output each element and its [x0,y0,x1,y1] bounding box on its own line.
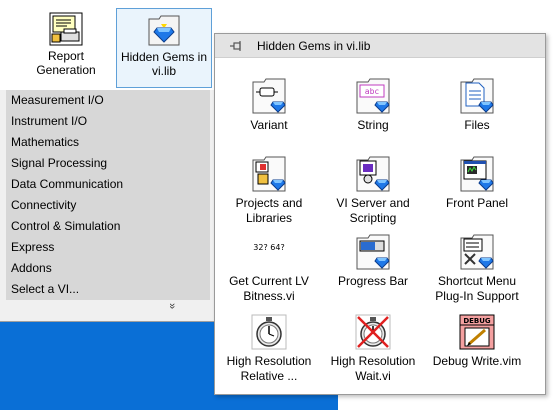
expand-chevron-icon[interactable]: » [162,296,178,316]
shortcut-menu-icon [460,234,494,270]
vi-server-scripting-label: VI Server and Scripting [336,196,410,225]
category-measurement-io[interactable]: Measurement I/O [6,90,210,111]
functions-palette: Report Generation Hidden Gems in vi.lib … [0,0,216,322]
get-current-lv-bitness-palette-item[interactable]: 32? 64? Get Current LV Bitness.vi [215,234,323,314]
projects-libraries-palette-item[interactable]: Projects and Libraries [215,156,323,236]
high-resolution-wait-palette-item[interactable]: High Resolution Wait.vi [319,314,427,394]
category-signal-processing[interactable]: Signal Processing [6,153,210,174]
front-panel-icon [460,156,494,192]
files-label: Files [464,118,490,132]
wait-icon [355,314,391,350]
category-data-communication[interactable]: Data Communication [6,174,210,195]
category-control-simulation[interactable]: Control & Simulation [6,216,210,237]
category-addons[interactable]: Addons [6,258,210,279]
high-resolution-relative-label: High Resolution Relative ... [226,354,312,383]
progress-bar-label: Progress Bar [337,274,409,288]
category-mathematics[interactable]: Mathematics [6,132,210,153]
projects-libraries-label: Projects and Libraries [235,196,303,225]
debug-glyph-text: DEBUG [463,317,491,325]
shortcut-menu-plugin-label: Shortcut Menu Plug-In Support [435,274,519,303]
hidden-gems-label: Hidden Gems in vi.lib [120,50,208,78]
high-resolution-relative-palette-item[interactable]: High Resolution Relative ... [215,314,323,394]
debug-write-label: Debug Write.vim [432,354,522,368]
vi-server-scripting-palette-item[interactable]: VI Server and Scripting [319,156,427,236]
variant-label: Variant [250,118,288,132]
hidden-gems-subpalette: Hidden Gems in vi.lib Variant abc String [214,33,546,395]
string-label: String [357,118,389,132]
string-palette-item[interactable]: abc String [319,78,427,158]
category-connectivity[interactable]: Connectivity [6,195,210,216]
category-express[interactable]: Express [6,237,210,258]
high-resolution-wait-label: High Resolution Wait.vi [330,354,416,383]
files-icon [460,78,494,114]
shortcut-menu-plugin-palette-item[interactable]: Shortcut Menu Plug-In Support [423,234,531,314]
report-generation-label: Report Generation [36,49,96,77]
category-list: Measurement I/O Instrument I/O Mathemati… [6,90,210,300]
category-select-a-vi[interactable]: Select a VI... [6,279,210,300]
vi-server-icon [356,156,390,192]
files-palette-item[interactable]: Files [423,78,531,158]
progress-bar-icon [356,234,390,270]
front-panel-palette-item[interactable]: Front Panel [423,156,531,236]
category-instrument-io[interactable]: Instrument I/O [6,111,210,132]
subpalette-title: Hidden Gems in vi.lib [257,39,371,53]
hidden-gems-icon [148,15,180,46]
bitness-glyph-text: 32? 64? [253,243,284,252]
string-icon: abc [356,78,390,114]
debug-icon: DEBUG [459,314,495,350]
variant-icon [252,78,286,114]
report-generation-palette-button[interactable]: Report Generation [18,8,114,88]
progress-bar-palette-item[interactable]: Progress Bar [319,234,427,314]
debug-write-palette-item[interactable]: DEBUG Debug Write.vim [423,314,531,394]
stopwatch-icon [251,314,287,350]
projects-icon [252,156,286,192]
bitness-icon: 32? 64? [252,235,286,269]
pin-icon[interactable] [229,39,243,53]
subpalette-header: Hidden Gems in vi.lib [215,34,545,58]
get-current-lv-bitness-label: Get Current LV Bitness.vi [229,274,309,303]
report-generation-icon [49,12,83,46]
svg-text:abc: abc [365,87,380,96]
hidden-gems-palette-button[interactable]: Hidden Gems in vi.lib [116,8,212,88]
front-panel-label: Front Panel [445,196,509,210]
variant-palette-item[interactable]: Variant [215,78,323,158]
